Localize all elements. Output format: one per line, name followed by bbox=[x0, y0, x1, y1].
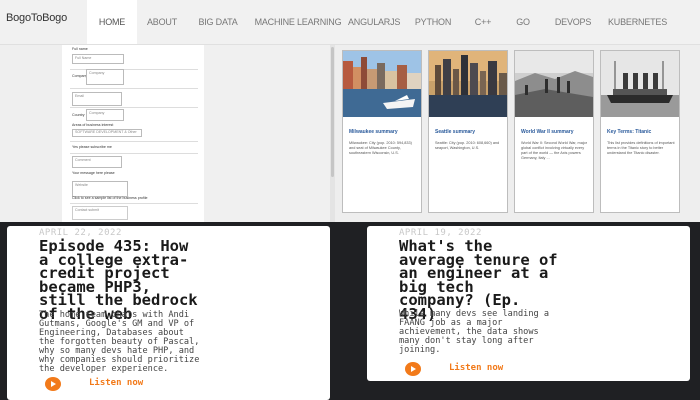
nav-go[interactable]: GO bbox=[512, 0, 534, 44]
divider bbox=[70, 203, 198, 204]
listen-now-label: Listen now bbox=[89, 378, 144, 388]
name-input[interactable]: Full Name bbox=[72, 54, 124, 64]
subscribe-label[interactable]: Yes please subscribe me bbox=[72, 145, 112, 149]
country-label: Country bbox=[72, 113, 85, 117]
card-description: World War II: Second World War, major gl… bbox=[521, 141, 588, 160]
card-title[interactable]: Seattle summary bbox=[435, 129, 475, 135]
card-title[interactable]: Milwaukee summary bbox=[349, 129, 398, 135]
podcast-card[interactable]: APRIL 19, 2022 What's the average tenure… bbox=[367, 226, 690, 381]
listen-now-label: Listen now bbox=[449, 363, 504, 373]
divider bbox=[70, 107, 198, 108]
interest-select[interactable]: SOFTWARE DEVELOPMENT & Other bbox=[72, 129, 142, 137]
nav-big-data[interactable]: BIG DATA bbox=[193, 0, 243, 44]
card-description: This list provides definitions of import… bbox=[607, 141, 675, 155]
site-brand[interactable]: BogoToBogo bbox=[6, 12, 67, 24]
nav-kubernetes[interactable]: KUBERNETES bbox=[608, 0, 667, 44]
world-war-photo bbox=[515, 51, 593, 117]
nav-python[interactable]: PYTHON bbox=[413, 0, 453, 44]
country-input[interactable]: Company bbox=[86, 109, 124, 121]
play-icon bbox=[405, 362, 421, 376]
summary-card[interactable]: Seattle summary Seattle: City (pop. 2010… bbox=[428, 50, 508, 213]
episode-description: The home team chats with Andi Gutmans, G… bbox=[39, 311, 199, 374]
website-hint: Click to see a sample list of the busine… bbox=[72, 196, 148, 200]
summary-card[interactable]: World War II summary World War II: Secon… bbox=[514, 50, 594, 213]
email-input[interactable]: Email bbox=[72, 92, 122, 106]
episode-title[interactable]: Episode 435: How a college extra- credit… bbox=[39, 239, 198, 321]
seattle-photo bbox=[429, 51, 507, 117]
message-input[interactable]: Comment bbox=[72, 156, 122, 168]
desc-line: the developer experience. bbox=[39, 364, 169, 374]
content-gutter bbox=[204, 45, 330, 222]
scrollbar-thumb[interactable] bbox=[331, 47, 334, 177]
desc-line: joining. bbox=[399, 345, 441, 355]
nav-home[interactable]: HOME bbox=[87, 0, 137, 44]
card-description: Seattle: City (pop. 2010: 608,660) and s… bbox=[435, 141, 500, 150]
card-title[interactable]: World War II summary bbox=[521, 129, 574, 135]
contact-form: Full name Full Name Company Company Emai… bbox=[62, 45, 204, 222]
listen-now-button[interactable]: Listen now bbox=[45, 377, 185, 391]
summary-card[interactable]: Milwaukee summary Milwaukee: City (pop. … bbox=[342, 50, 422, 213]
podcast-card[interactable]: APRIL 22, 2022 Episode 435: How a colleg… bbox=[7, 226, 330, 400]
card-description: Milwaukee: City (pop. 2010: 594,833) and… bbox=[349, 141, 412, 155]
top-navbar: BogoToBogo HOME ABOUT BIG DATA MACHINE L… bbox=[0, 0, 700, 45]
interest-label: Areas of business interest bbox=[72, 123, 114, 127]
summary-card[interactable]: Key Terms: Titanic This list provides de… bbox=[600, 50, 680, 213]
nav-machine-learning[interactable]: MACHINE LEARNING bbox=[253, 0, 343, 44]
divider bbox=[70, 153, 198, 154]
submit-field[interactable]: Contact submit bbox=[72, 206, 128, 220]
left-gutter bbox=[0, 45, 62, 222]
website-input[interactable]: Website bbox=[72, 181, 128, 197]
listen-now-button[interactable]: Listen now bbox=[405, 362, 545, 376]
nav-angularjs[interactable]: ANGULARJS bbox=[348, 0, 400, 44]
message-hint: Your message here please bbox=[72, 171, 115, 175]
milwaukee-photo bbox=[343, 51, 421, 117]
name-label: Full name bbox=[72, 47, 88, 51]
play-icon bbox=[45, 377, 61, 391]
nav-devops[interactable]: DEVOPS bbox=[553, 0, 593, 44]
titanic-photo bbox=[601, 51, 679, 117]
divider bbox=[70, 141, 198, 142]
company-input[interactable]: Company bbox=[86, 69, 124, 85]
episode-description: While many devs see landing a FAANG job … bbox=[399, 310, 549, 355]
nav-about[interactable]: ABOUT bbox=[140, 0, 184, 44]
divider bbox=[70, 88, 198, 89]
nav-cpp[interactable]: C++ bbox=[470, 0, 496, 44]
card-title[interactable]: Key Terms: Titanic bbox=[607, 129, 651, 135]
